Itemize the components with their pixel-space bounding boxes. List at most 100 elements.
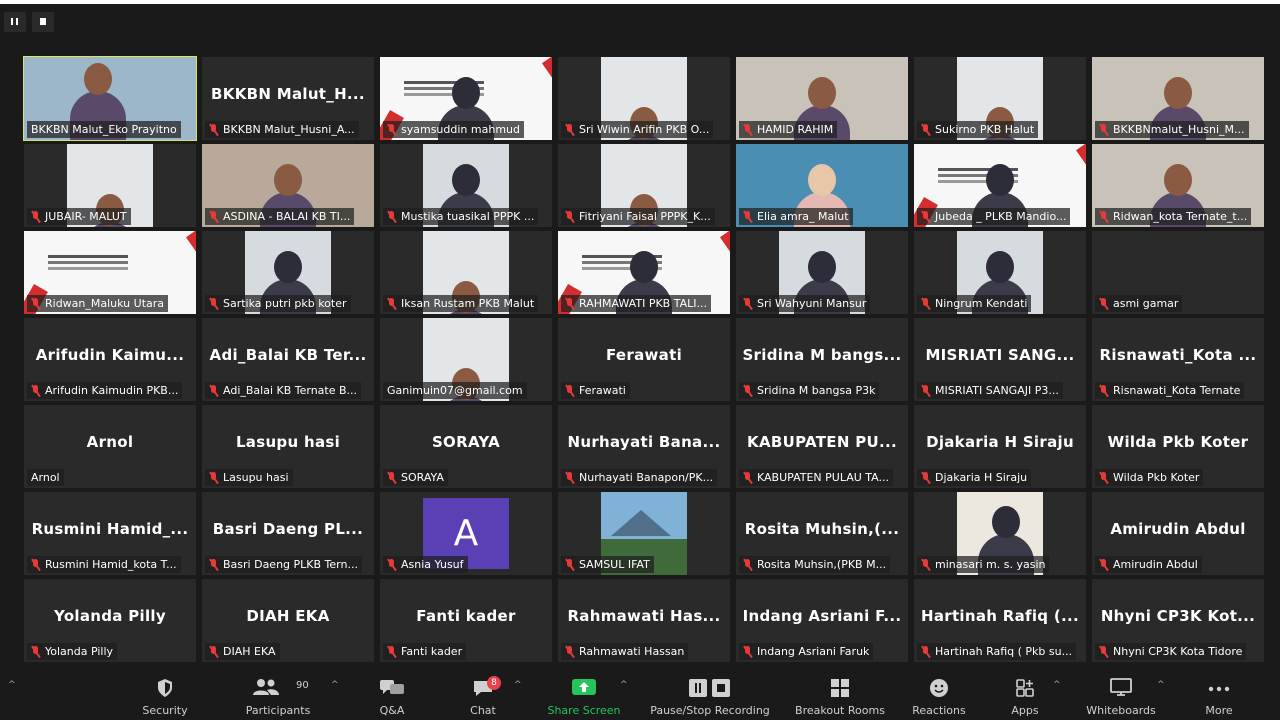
participant-tile[interactable]: Basri Daeng PL... Basri Daeng PLKB Tern..…: [202, 492, 374, 575]
chevron-up-icon[interactable]: ^: [8, 680, 16, 690]
chevron-up-icon[interactable]: ^: [620, 680, 628, 690]
participant-tile[interactable]: ASDINA - BALAI KB TI...: [202, 144, 374, 227]
participant-tile[interactable]: Ningrum Kendati: [914, 231, 1086, 314]
participant-tile[interactable]: Jubeda _ PLKB Mandio...: [914, 144, 1086, 227]
participant-tile[interactable]: Nurhayati Bana... Nurhayati Banapon/PK...: [558, 405, 730, 488]
participant-name: Sri Wiwin Arifin PKB O...: [579, 123, 710, 136]
participant-tile[interactable]: Djakaria H Siraju Djakaria H Siraju: [914, 405, 1086, 488]
participant-display-name: Amirudin Abdul: [1110, 520, 1246, 538]
participant-display-name: Rosita Muhsin,(...: [744, 520, 900, 538]
muted-mic-icon: [743, 211, 752, 222]
participant-tile[interactable]: Sri Wiwin Arifin PKB O...: [558, 57, 730, 140]
participant-tile[interactable]: Sri Wahyuni Mansur: [736, 231, 908, 314]
participant-tile[interactable]: Indang Asriani F... Indang Asriani Faruk: [736, 579, 908, 662]
participant-tile[interactable]: asmi gamar: [1092, 231, 1264, 314]
participant-tile[interactable]: Nhyni CP3K Kot... Nhyni CP3K Kota Tidore: [1092, 579, 1264, 662]
participant-tile[interactable]: Rusmini Hamid_... Rusmini Hamid_kota T...: [24, 492, 196, 575]
person-head: [808, 164, 836, 196]
participant-tile[interactable]: Sukirno PKB Halut: [914, 57, 1086, 140]
participant-name-label: SORAYA: [383, 469, 448, 486]
participant-tile[interactable]: SORAYA SORAYA: [380, 405, 552, 488]
participant-name: Fanti kader: [401, 645, 463, 658]
chevron-up-icon[interactable]: ^: [1157, 680, 1165, 690]
participant-tile[interactable]: Wilda Pkb Koter Wilda Pkb Koter: [1092, 405, 1264, 488]
participant-name: Yolanda Pilly: [45, 645, 114, 658]
participant-tile[interactable]: Ferawati Ferawati: [558, 318, 730, 401]
participant-name: Nhyni CP3K Kota Tidore: [1113, 645, 1243, 658]
participant-tile[interactable]: Elia amra_ Malut: [736, 144, 908, 227]
participant-name-label: Sri Wahyuni Mansur: [739, 295, 871, 312]
participant-tile[interactable]: Amirudin Abdul Amirudin Abdul: [1092, 492, 1264, 575]
participant-tile[interactable]: MISRIATI SANG... MISRIATI SANGAJI P3...: [914, 318, 1086, 401]
participant-name: Ferawati: [579, 384, 626, 397]
participant-tile[interactable]: minasari m. s. yasin: [914, 492, 1086, 575]
participant-tile[interactable]: Sartika putri pkb koter: [202, 231, 374, 314]
muted-mic-icon: [209, 385, 218, 396]
chevron-up-icon[interactable]: ^: [1053, 680, 1061, 690]
participant-tile[interactable]: BKKBNmalut_Husni_M...: [1092, 57, 1264, 140]
participant-display-name: MISRIATI SANG...: [925, 346, 1075, 364]
participant-tile[interactable]: Mustika tuasikal PPPK ...: [380, 144, 552, 227]
participant-tile[interactable]: Arifudin Kaimu... Arifudin Kaimudin PKB..…: [24, 318, 196, 401]
participant-tile[interactable]: Lasupu hasi Lasupu hasi: [202, 405, 374, 488]
muted-mic-icon: [565, 298, 574, 309]
participant-name: Rusmini Hamid_kota T...: [45, 558, 177, 571]
participant-display-name: Lasupu hasi: [235, 433, 341, 451]
participant-tile[interactable]: Iksan Rustam PKB Malut: [380, 231, 552, 314]
participant-tile[interactable]: Rahmawati Has... Rahmawati Hassan: [558, 579, 730, 662]
participant-tile[interactable]: Fitriyani Faisal PPPK_K...: [558, 144, 730, 227]
participant-tile[interactable]: Yolanda Pilly Yolanda Pilly: [24, 579, 196, 662]
participant-name-label: Sridina M bangsa P3k: [739, 382, 880, 399]
participant-name-label: Ridwan_Maluku Utara: [27, 295, 169, 312]
participant-tile[interactable]: BKKBN Malut_Eko Prayitno: [23, 56, 197, 141]
muted-mic-icon: [1099, 124, 1108, 135]
participant-tile[interactable]: Risnawati_Kota ... Risnawati_Kota Ternate: [1092, 318, 1264, 401]
participant-name: Mustika tuasikal PPPK ...: [401, 210, 535, 223]
breakout-rooms-icon: [831, 679, 849, 697]
muted-mic-icon: [743, 385, 752, 396]
participant-tile[interactable]: Ridwan_kota Ternate_t...: [1092, 144, 1264, 227]
participant-tile[interactable]: BKKBN Malut_H... BKKBN Malut_Husni_A...: [202, 57, 374, 140]
muted-mic-icon: [31, 646, 40, 657]
participant-name-label: Elia amra_ Malut: [739, 208, 853, 225]
pause-icon[interactable]: [4, 12, 26, 32]
stop-icon[interactable]: [32, 12, 54, 32]
participant-tile[interactable]: KABUPATEN PU... KABUPATEN PULAU TA...: [736, 405, 908, 488]
participant-tile[interactable]: Adi_Balai KB Ter... Adi_Balai KB Ternate …: [202, 318, 374, 401]
muted-mic-icon: [387, 124, 396, 135]
muted-mic-icon: [743, 124, 752, 135]
participant-display-name: Rahmawati Has...: [567, 607, 721, 625]
muted-mic-icon: [1099, 385, 1108, 396]
participant-tile[interactable]: Fanti kader Fanti kader: [380, 579, 552, 662]
more-label: More: [1205, 704, 1233, 717]
muted-mic-icon: [565, 472, 574, 483]
participant-display-name: Wilda Pkb Koter: [1107, 433, 1249, 451]
slide-stripe: [541, 57, 552, 140]
participant-name: SAMSUL IFAT: [579, 558, 650, 571]
participant-tile[interactable]: Rosita Muhsin,(... Rosita Muhsin,(PKB M..…: [736, 492, 908, 575]
participant-tile[interactable]: JUBAIR- MALUT: [24, 144, 196, 227]
person-head: [630, 251, 658, 283]
chevron-up-icon[interactable]: ^: [331, 680, 339, 690]
participant-display-name: Ferawati: [605, 346, 683, 364]
participant-tile[interactable]: Sridina M bangs... Sridina M bangsa P3k: [736, 318, 908, 401]
participant-name: KABUPATEN PULAU TA...: [757, 471, 889, 484]
participant-tile[interactable]: RAHMAWATI PKB TALI...: [558, 231, 730, 314]
participant-tile[interactable]: HAMID RAHIM: [736, 57, 908, 140]
participant-tile[interactable]: Ganimuin07@gmail.com: [380, 318, 552, 401]
muted-mic-icon: [387, 211, 396, 222]
participant-tile[interactable]: Hartinah Rafiq (... Hartinah Rafiq ( Pkb …: [914, 579, 1086, 662]
muted-mic-icon: [565, 559, 574, 570]
participant-name-label: Amirudin Abdul: [1095, 556, 1202, 573]
participant-tile[interactable]: Arnol Arnol: [24, 405, 196, 488]
participant-name: Ridwan_kota Ternate_t...: [1113, 210, 1248, 223]
participant-tile[interactable]: syamsuddin mahmud: [380, 57, 552, 140]
participant-tile[interactable]: DIAH EKA DIAH EKA: [202, 579, 374, 662]
security-label: Security: [142, 704, 188, 717]
participant-tile[interactable]: SAMSUL IFAT: [558, 492, 730, 575]
chevron-up-icon[interactable]: ^: [514, 680, 522, 690]
participant-name: Rosita Muhsin,(PKB M...: [757, 558, 887, 571]
participant-name-label: Fanti kader: [383, 643, 467, 660]
participant-tile[interactable]: Ridwan_Maluku Utara: [24, 231, 196, 314]
participant-tile[interactable]: A Asnia Yusuf: [380, 492, 552, 575]
